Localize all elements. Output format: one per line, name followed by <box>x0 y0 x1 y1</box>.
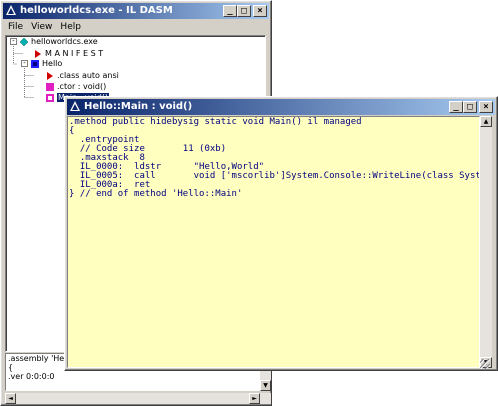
code-window-title: Hello::Main : void() <box>84 101 193 112</box>
static-method-icon <box>46 93 54 102</box>
method-icon <box>46 82 54 91</box>
menu-view[interactable]: View <box>27 22 56 32</box>
minimize-button[interactable]: _ <box>449 101 463 113</box>
main-window-buttons: _ □ × <box>223 5 267 19</box>
scroll-left-button[interactable]: ◄ <box>5 393 16 404</box>
code-line: .method public hidebysig static void Mai… <box>69 117 362 127</box>
code-window-buttons: _ □ × <box>449 101 493 115</box>
ildasm-app-icon <box>70 101 80 111</box>
scroll-right-button[interactable]: ► <box>249 393 260 404</box>
main-window-title: helloworldcs.exe - IL DASM <box>20 5 173 16</box>
close-button[interactable]: × <box>253 5 267 17</box>
info-triangle-icon <box>47 71 53 80</box>
ildasm-app-icon <box>6 5 16 15</box>
code-vertical-scrollbar[interactable]: ▲ ▼ <box>480 116 492 368</box>
resize-grip[interactable] <box>480 359 490 369</box>
code-titlebar[interactable]: Hello::Main : void() <box>67 99 495 115</box>
code-line: } // end of method 'Hello::Main' <box>69 189 243 199</box>
menu-help[interactable]: Help <box>56 22 85 32</box>
tree-collapse-toggle[interactable]: - <box>10 38 17 45</box>
close-button[interactable]: × <box>479 101 493 113</box>
scroll-down-button[interactable]: ▼ <box>260 380 271 391</box>
il-code-view[interactable]: .method public hidebysig static void Mai… <box>67 116 480 368</box>
tree-node-assembly[interactable]: helloworldcs.exe <box>20 36 98 47</box>
tree-node-class-hello[interactable]: Hello <box>31 58 62 69</box>
manifest-triangle-icon <box>35 49 41 58</box>
tree-node-class-info[interactable]: .class auto ansi <box>46 70 119 81</box>
menu-bar: File View Help <box>4 19 268 35</box>
menu-file[interactable]: File <box>4 22 27 32</box>
minimize-button[interactable]: _ <box>223 5 237 17</box>
tree-node-ctor[interactable]: .ctor : void() <box>46 81 106 92</box>
info-horizontal-scrollbar[interactable]: ◄ ► <box>5 393 271 404</box>
class-icon <box>31 59 39 68</box>
maximize-button[interactable]: □ <box>463 101 477 113</box>
scroll-up-button[interactable]: ▲ <box>480 116 492 127</box>
info-line: .ver 0:0:0:0 <box>8 372 55 381</box>
maximize-button[interactable]: □ <box>237 5 251 17</box>
assembly-diamond-icon <box>20 37 28 46</box>
tree-collapse-toggle[interactable]: - <box>21 60 28 67</box>
